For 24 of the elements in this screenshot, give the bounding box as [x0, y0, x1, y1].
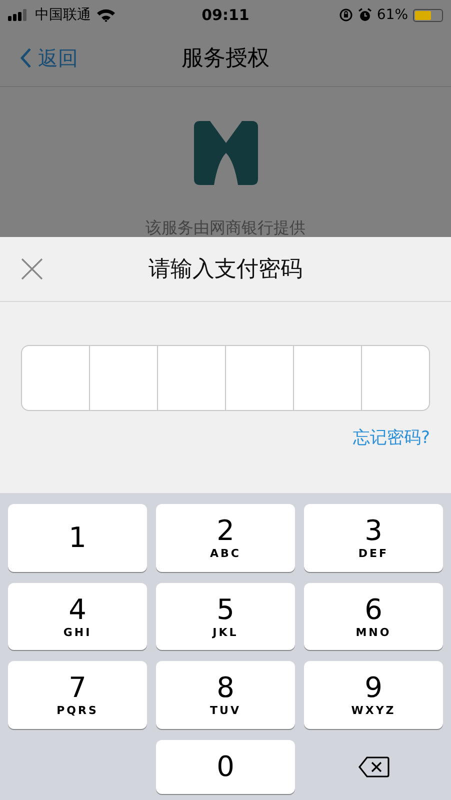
- carrier-name: 中国联通: [35, 6, 91, 24]
- battery-icon: [413, 8, 443, 22]
- digit-key[interactable]: 4 GHI: [8, 582, 147, 650]
- rotation-lock-icon: [338, 8, 353, 22]
- digit-key[interactable]: 0: [156, 740, 295, 794]
- wifi-icon: [96, 8, 116, 22]
- provider-text: 该服务由网商银行提供: [146, 219, 306, 237]
- battery-percent: 61%: [376, 7, 408, 24]
- clock-time: 09:11: [202, 6, 250, 24]
- sheet-title: 请输入支付密码: [148, 256, 302, 284]
- alarm-icon: [358, 8, 372, 22]
- digit-key[interactable]: 5 JKL: [156, 582, 295, 650]
- digit-key[interactable]: 3 DEF: [304, 504, 443, 572]
- digit-key[interactable]: 1: [8, 504, 147, 572]
- digit-key[interactable]: 2 ABC: [156, 504, 295, 572]
- digit-key[interactable]: 6 MNO: [304, 582, 443, 650]
- digit-key[interactable]: 7 PQRS: [8, 661, 147, 728]
- digit-key[interactable]: 9 WXYZ: [304, 661, 443, 728]
- password-field[interactable]: [21, 345, 430, 411]
- page-title: 服务授权: [182, 45, 270, 74]
- backspace-icon: [358, 756, 390, 778]
- digit-key[interactable]: 8 TUV: [156, 661, 295, 728]
- chevron-left-icon: [20, 47, 32, 70]
- close-icon[interactable]: [21, 258, 43, 280]
